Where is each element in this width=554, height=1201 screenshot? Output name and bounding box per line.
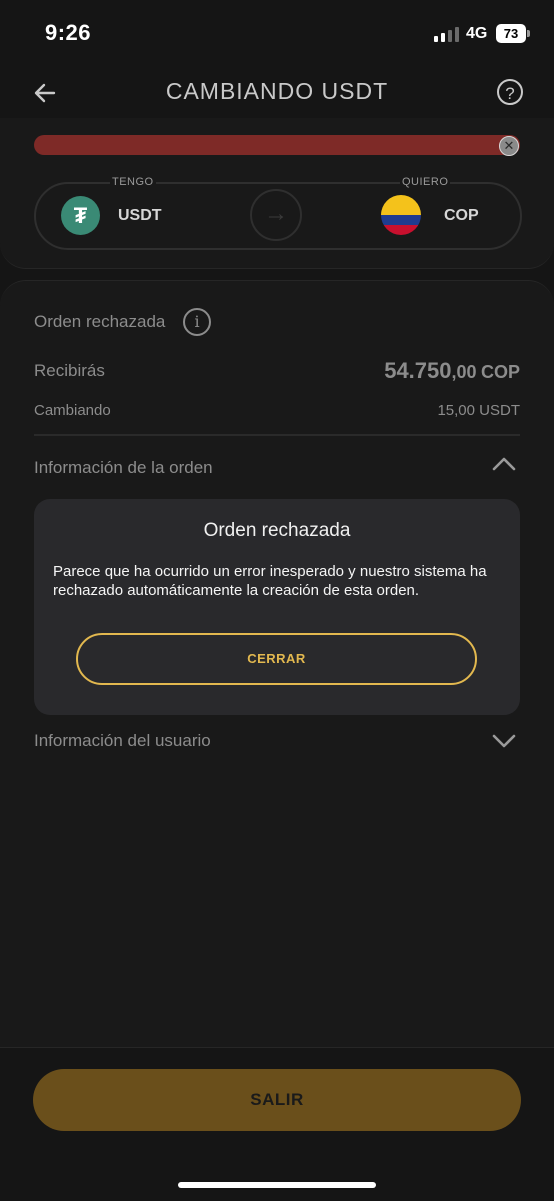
divider: [34, 434, 520, 436]
receive-amount: 54.750,00 COP: [384, 358, 520, 384]
arrow-right-icon: →: [250, 189, 302, 241]
sending-label: Cambiando: [34, 402, 111, 419]
close-circle-icon: ✕: [499, 136, 519, 156]
status-time: 9:26: [45, 20, 92, 45]
dialog-message: Parece que ha ocurrido un error inespera…: [53, 563, 487, 599]
signal-icon: [434, 26, 460, 42]
page-title: CAMBIANDO USDT: [165, 78, 389, 104]
order-status: Orden rechazada: [34, 312, 166, 331]
close-button[interactable]: CERRAR: [76, 633, 477, 685]
order-info-section[interactable]: Información de la orden: [34, 458, 213, 478]
to-label: QUIERO: [400, 176, 451, 188]
receive-amount-dec: ,00: [451, 362, 477, 382]
info-icon[interactable]: i: [183, 308, 211, 336]
from-label: TENGO: [110, 176, 156, 188]
tether-icon: ₮: [61, 196, 100, 235]
sending-amount: 15,00 USDT: [437, 402, 520, 419]
receive-currency: COP: [480, 362, 520, 382]
home-indicator[interactable]: [178, 1182, 376, 1188]
chevron-up-icon[interactable]: [490, 454, 518, 474]
progress-bar: [34, 135, 520, 155]
to-currency-code: COP: [444, 207, 479, 224]
exit-button[interactable]: SALIR: [33, 1069, 521, 1131]
dialog-title: Orden rechazada: [203, 520, 351, 541]
question-circle-icon[interactable]: ?: [497, 79, 523, 105]
chevron-down-icon[interactable]: [490, 731, 518, 751]
battery-icon: 73: [496, 24, 526, 43]
user-info-section[interactable]: Información del usuario: [34, 731, 211, 751]
from-currency-code: USDT: [118, 207, 162, 224]
network-type: 4G: [466, 25, 488, 42]
colombia-flag-icon: [381, 195, 421, 235]
receive-amount-int: 54.750: [384, 358, 452, 383]
battery-nub: [527, 30, 530, 37]
receive-label: Recibirás: [34, 361, 105, 380]
